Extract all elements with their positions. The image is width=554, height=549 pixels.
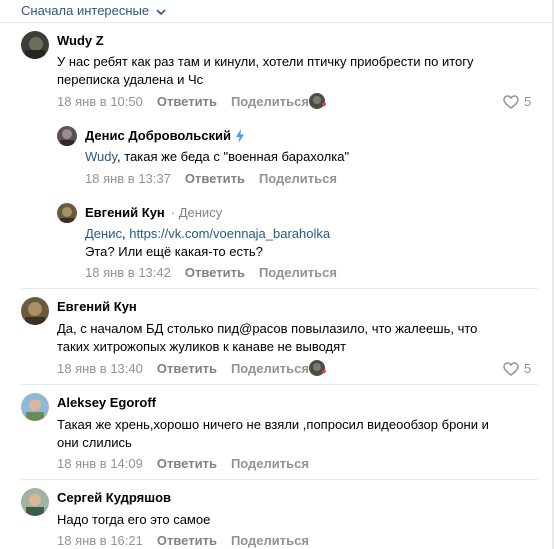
sort-dropdown[interactable]: Сначала интересные <box>21 1 166 19</box>
comment-date[interactable]: 18 янв в 13:40 <box>57 361 143 376</box>
comment-author: Евгений Кун · Денису <box>85 205 222 220</box>
reply-to-label[interactable]: · Денису <box>171 205 222 220</box>
like-count: 5 <box>524 361 532 376</box>
reply-button[interactable]: Ответить <box>157 361 217 376</box>
comment-text: Надо тогда его это самое <box>57 512 211 527</box>
comment-meta: 18 янв в 13:37 Ответить Поделиться <box>85 171 337 186</box>
verified-lightning-icon <box>235 128 245 143</box>
like-count: 5 <box>524 94 532 109</box>
comment-text: У нас ребят как раз там и кинули, хотели… <box>57 54 474 87</box>
divider <box>0 22 554 23</box>
comment-meta: 18 янв в 16:21 Ответить Поделиться <box>57 533 309 548</box>
comment-divider <box>21 384 538 385</box>
comment-meta: 18 янв в 14:09 Ответить Поделиться <box>57 456 309 471</box>
comment-date[interactable]: 18 янв в 13:42 <box>85 265 171 280</box>
comment-date[interactable]: 18 янв в 14:09 <box>57 456 143 471</box>
avatar[interactable] <box>21 31 49 59</box>
reply-button[interactable]: Ответить <box>185 265 245 280</box>
like-button[interactable]: 5 <box>503 361 531 376</box>
comment-date[interactable]: 18 янв в 13:37 <box>85 171 171 186</box>
reaction-avatar-icon[interactable] <box>309 360 327 378</box>
chevron-down-icon <box>156 5 166 15</box>
reaction-avatar-icon[interactable] <box>309 93 327 111</box>
comment-author[interactable]: Wudy Z <box>57 33 104 48</box>
comment-author[interactable]: Евгений Кун <box>57 299 137 314</box>
comment-meta: 18 янв в 10:50 Ответить Поделиться <box>57 94 309 109</box>
reply-button[interactable]: Ответить <box>157 456 217 471</box>
comment-divider <box>21 479 538 480</box>
mention-link[interactable]: Wudy <box>85 149 117 164</box>
heart-icon <box>503 361 519 376</box>
comment-text: Wudy, такая же беда с "военная барахолка… <box>85 149 350 164</box>
share-button[interactable]: Поделиться <box>259 265 337 280</box>
comment-date[interactable]: 18 янв в 10:50 <box>57 94 143 109</box>
share-button[interactable]: Поделиться <box>259 171 337 186</box>
comment-text: Такая же хрень,хорошо ничего не взяли ,п… <box>57 417 489 450</box>
share-button[interactable]: Поделиться <box>231 94 309 109</box>
mention-link[interactable]: Денис <box>85 226 122 241</box>
comment-meta: 18 янв в 13:42 Ответить Поделиться <box>85 265 337 280</box>
url-link[interactable]: https://vk.com/voennaja_baraholka <box>129 226 330 241</box>
comment-meta: 18 янв в 13:40 Ответить Поделиться <box>57 361 309 376</box>
sort-label: Сначала интересные <box>21 2 150 18</box>
avatar[interactable] <box>21 488 49 516</box>
comment-text: Да, с началом БД столько пид@расов повыл… <box>57 321 478 354</box>
reply-button[interactable]: Ответить <box>185 171 245 186</box>
share-button[interactable]: Поделиться <box>231 533 309 548</box>
author-name[interactable]: Евгений Кун <box>85 205 165 220</box>
comment-divider <box>21 288 538 289</box>
reply-button[interactable]: Ответить <box>157 533 217 548</box>
share-button[interactable]: Поделиться <box>231 361 309 376</box>
avatar[interactable] <box>21 297 49 325</box>
share-button[interactable]: Поделиться <box>231 456 309 471</box>
comment-date[interactable]: 18 янв в 16:21 <box>57 533 143 548</box>
comment-author[interactable]: Aleksey Egoroff <box>57 395 156 410</box>
like-button[interactable]: 5 <box>503 94 531 109</box>
comment-author[interactable]: Сергей Кудряшов <box>57 490 171 505</box>
reply-button[interactable]: Ответить <box>157 94 217 109</box>
comment-author[interactable]: Денис Добровольский <box>85 128 245 143</box>
avatar[interactable] <box>57 203 77 223</box>
avatar[interactable] <box>57 126 77 146</box>
heart-icon <box>503 94 519 109</box>
comment-text: Денис, https://vk.com/voennaja_baraholka… <box>85 226 331 259</box>
avatar[interactable] <box>21 393 49 421</box>
